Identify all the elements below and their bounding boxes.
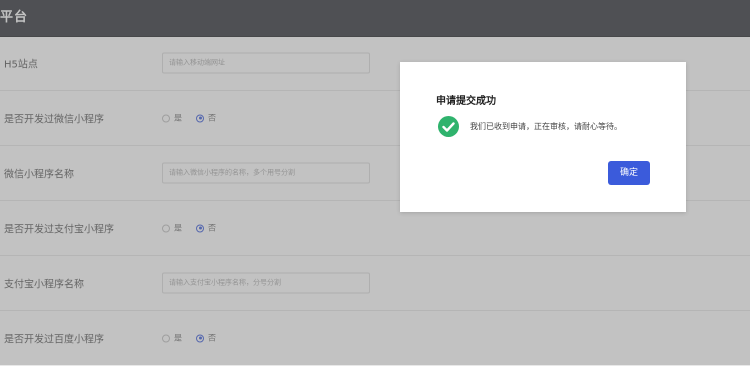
confirm-button[interactable]: 确定: [608, 161, 650, 185]
dialog-message: 我们已收到申请，正在审核，请耐心等待。: [470, 122, 622, 131]
check-circle-icon: [438, 116, 459, 137]
dialog-title: 申请提交成功: [436, 96, 496, 107]
success-dialog: 申请提交成功 我们已收到申请，正在审核，请耐心等待。 确定: [400, 62, 686, 212]
